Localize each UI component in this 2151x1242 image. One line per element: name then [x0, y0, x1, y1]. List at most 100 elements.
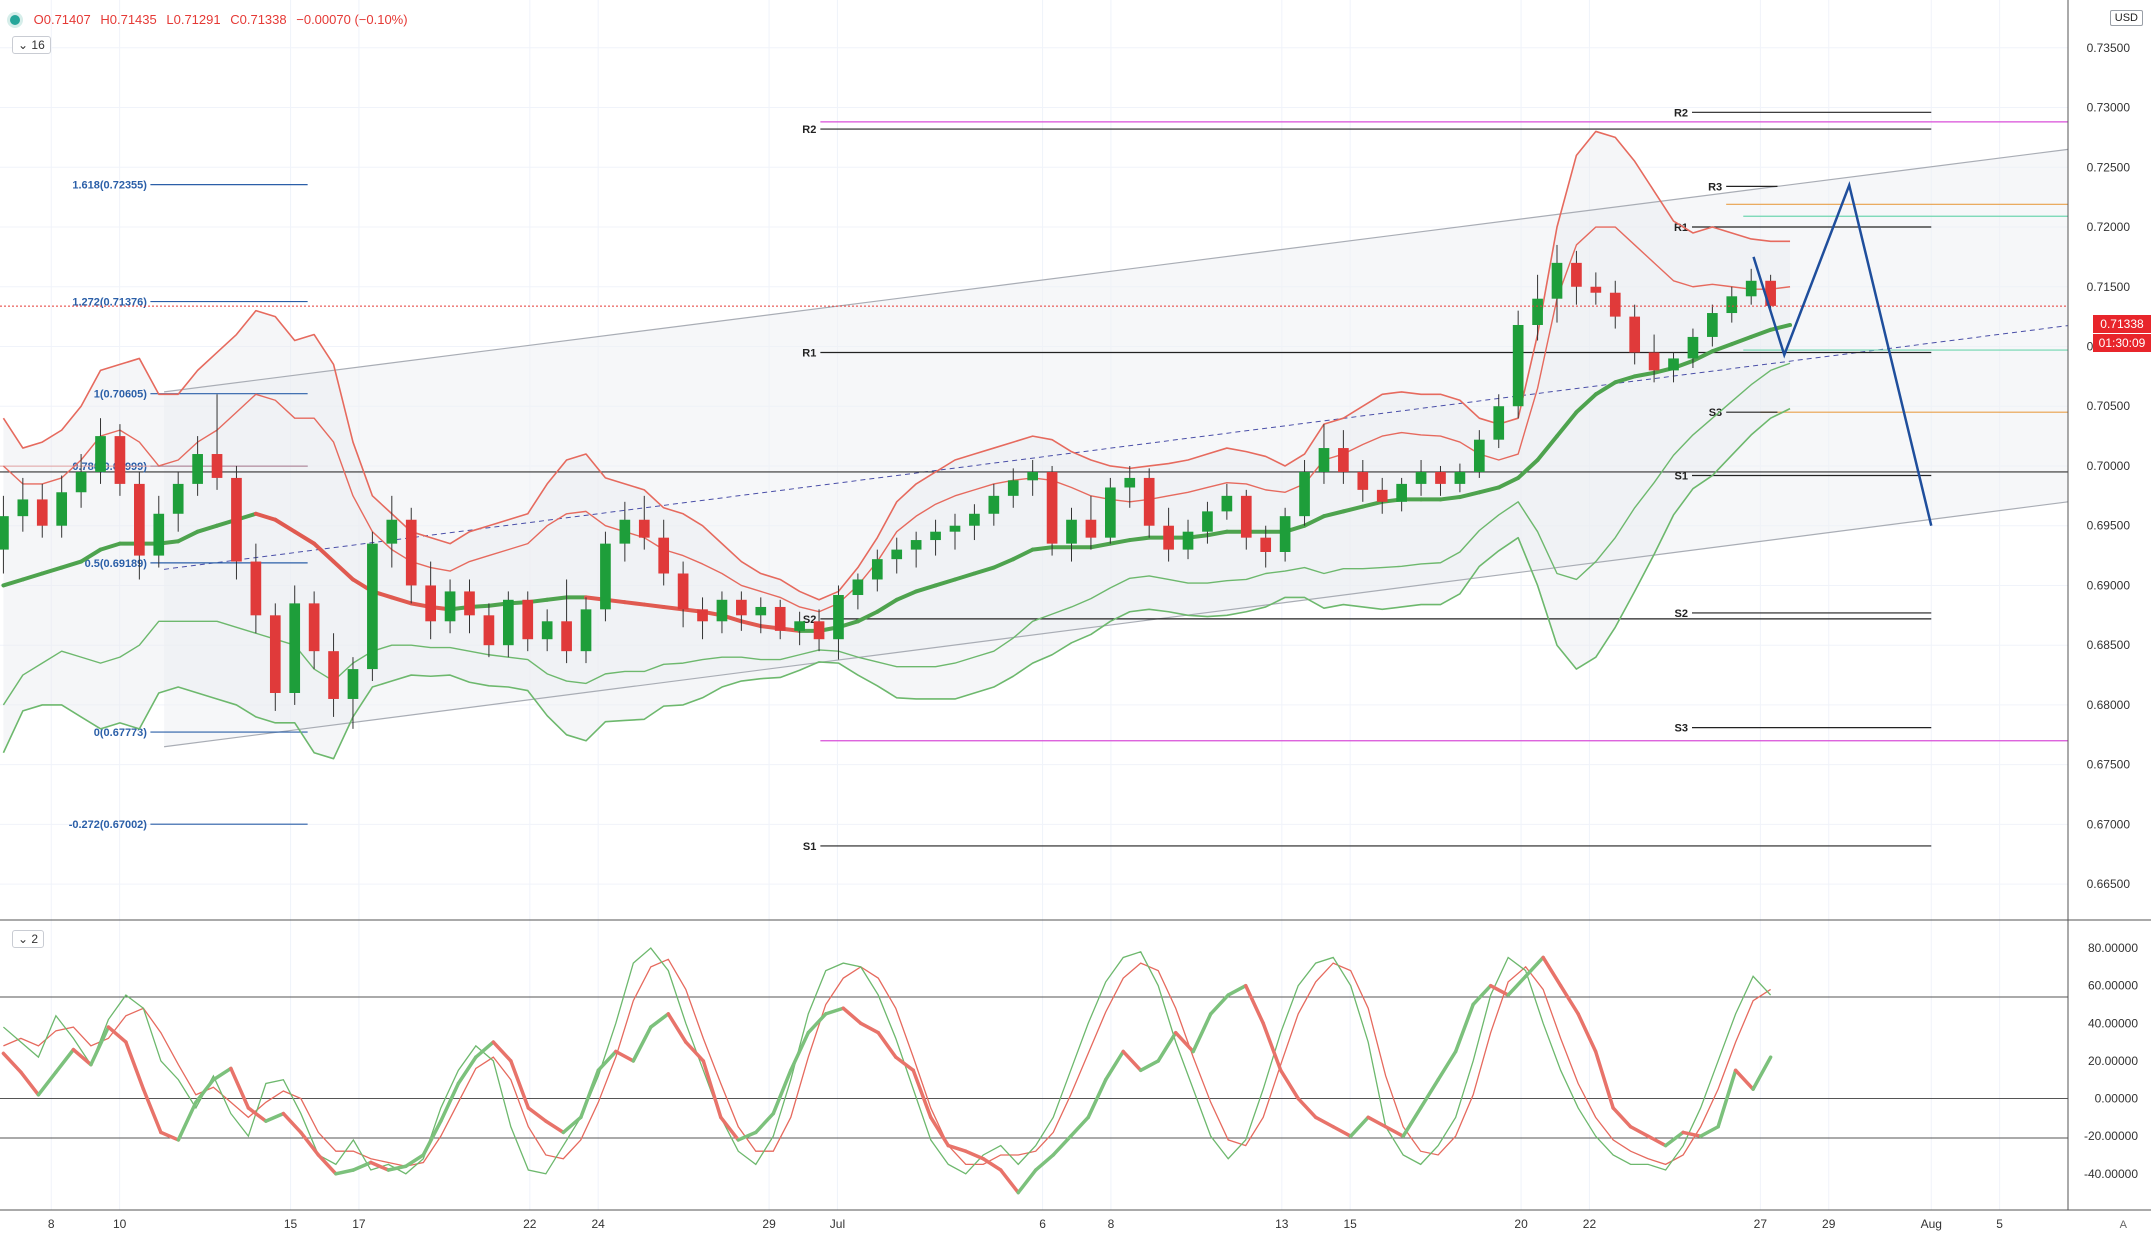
price-tick-label: 0.72000 — [2087, 220, 2131, 234]
oscillator-slow-segment — [1628, 1125, 1650, 1138]
candle-body — [930, 531, 941, 541]
candle-body — [1551, 262, 1563, 299]
candle-body — [250, 561, 262, 616]
oscillator-slow-segment — [841, 1006, 863, 1026]
basis-line-segment — [622, 600, 647, 607]
oscillator-slow-segment — [1138, 1059, 1160, 1073]
oscillator-tick-label: -20.00000 — [2084, 1129, 2138, 1143]
candle-body — [1532, 298, 1543, 325]
price-tick-label: 0.69000 — [2087, 578, 2131, 592]
oscillator-slow-segment — [491, 1040, 513, 1063]
candle-body — [1105, 487, 1116, 538]
candle-body — [522, 599, 534, 640]
price-tick-label: 0.70000 — [2087, 459, 2131, 473]
time-tick-label: 15 — [1344, 1217, 1358, 1231]
candle-body — [231, 477, 242, 562]
ohlc-change: −0.00070 (−0.10%) — [296, 12, 408, 27]
oscillator-slow-segment — [1103, 1049, 1125, 1082]
oscillator-slow-segment — [1436, 1049, 1458, 1082]
candle-body — [697, 609, 708, 622]
time-tick-label: 8 — [48, 1217, 55, 1231]
oscillator-slow-segment — [1593, 1049, 1615, 1110]
oscillator-slow-segment — [754, 1111, 776, 1135]
time-tick-label: 10 — [113, 1217, 127, 1231]
oscillator-slow-segment — [1243, 983, 1265, 1026]
oscillator-slow-segment — [1121, 1049, 1143, 1073]
candle-body — [347, 669, 359, 699]
oscillator-slow-segment — [1226, 983, 1248, 997]
candle — [600, 531, 611, 622]
candle-body — [1512, 324, 1524, 407]
pivot-label: R3 — [1708, 181, 1722, 193]
candle-body — [891, 549, 903, 560]
candle-body — [172, 483, 184, 514]
candle-body — [1221, 495, 1233, 512]
fib-level-label: 0.786(0.69999) — [72, 461, 147, 473]
time-tick-label: Aug — [1921, 1217, 1942, 1231]
symbol-status-icon[interactable] — [10, 15, 20, 25]
candle-body — [638, 519, 650, 538]
oscillator-slow-segment — [526, 1106, 548, 1123]
oscillator-slow-segment — [649, 1012, 671, 1029]
oscillator-slow-segment — [509, 1059, 531, 1110]
currency-button[interactable]: USD — [2109, 10, 2143, 26]
candle-body — [211, 454, 223, 478]
price-tick-label: 0.67000 — [2087, 817, 2131, 831]
candle-body — [95, 436, 106, 472]
candle-body — [1027, 471, 1039, 481]
oscillator-slow-segment — [1348, 1115, 1370, 1138]
candle-body — [502, 599, 514, 646]
oscillator-slow-segment — [1541, 955, 1563, 988]
candle-body — [852, 579, 864, 596]
candle-body — [1668, 358, 1679, 371]
chart-svg[interactable]: 1.618(0.72355) 1.272(0.71376) 1(0.70605) 0.… — [0, 0, 2151, 1237]
oscillator-slow-segment — [281, 1111, 303, 1135]
oscillator-collapse-button[interactable]: ⌄ 2 — [12, 930, 45, 948]
basis-line-segment — [1438, 495, 1462, 502]
candle-body — [988, 495, 1000, 514]
candle-body — [1240, 495, 1252, 538]
oscillator-slow-segment — [894, 1055, 916, 1073]
ohlc-low: L0.71291 — [166, 12, 221, 27]
oscillator-slow-segment — [1068, 1115, 1090, 1138]
candle-body — [56, 492, 68, 526]
oscillator-slow-segment — [1156, 1030, 1178, 1063]
oscillator-slow-segment — [264, 1111, 286, 1123]
time-tick-label: 22 — [1583, 1217, 1597, 1231]
candle-body — [736, 599, 747, 616]
time-tick-label: 5 — [1996, 1217, 2003, 1231]
oscillator-slow-segment — [1033, 1153, 1055, 1172]
indicators-count: 16 — [31, 38, 45, 52]
candle-body — [1318, 448, 1330, 472]
fib-level-label: -0.272(0.67002) — [69, 819, 148, 831]
candle-body — [774, 606, 786, 631]
time-tick-label: 29 — [1822, 1217, 1836, 1231]
candle-body — [1338, 448, 1349, 472]
candle-body — [153, 513, 165, 556]
candle-body — [386, 519, 398, 544]
time-tick-label: 24 — [592, 1217, 606, 1231]
oscillator-slow-segment — [1733, 1068, 1755, 1091]
oscillator-slow-segment — [1313, 1115, 1335, 1129]
price-tick-label: 0.68500 — [2087, 638, 2131, 652]
oscillator-tick-label: 0.00000 — [2095, 1092, 2139, 1106]
oscillator-tick-label: 60.00000 — [2088, 979, 2138, 993]
pivot-label: R2 — [802, 124, 816, 136]
oscillator-slow-segment — [964, 1149, 986, 1161]
candle-body — [1707, 313, 1718, 337]
auto-scale-button[interactable]: A — [2120, 1219, 2127, 1231]
candle-body — [1609, 292, 1621, 317]
candle-body — [580, 609, 592, 652]
indicators-collapse-button[interactable]: ⌄ 16 — [12, 36, 51, 54]
basis-line-segment — [545, 595, 569, 602]
candle-body — [1473, 439, 1485, 472]
candle-body — [1163, 525, 1174, 550]
candle-body — [1435, 471, 1446, 484]
candle-body — [1085, 519, 1097, 538]
candle-body — [1396, 483, 1407, 502]
price-tick-label: 0.73000 — [2087, 101, 2131, 115]
fib-level-label: 1.618(0.72355) — [72, 180, 147, 192]
oscillator-slow-segment — [596, 1049, 618, 1073]
chart-root: 1.618(0.72355) 1.272(0.71376) 1(0.70605) 0.… — [0, 0, 2151, 1237]
candle-body — [1376, 489, 1388, 502]
